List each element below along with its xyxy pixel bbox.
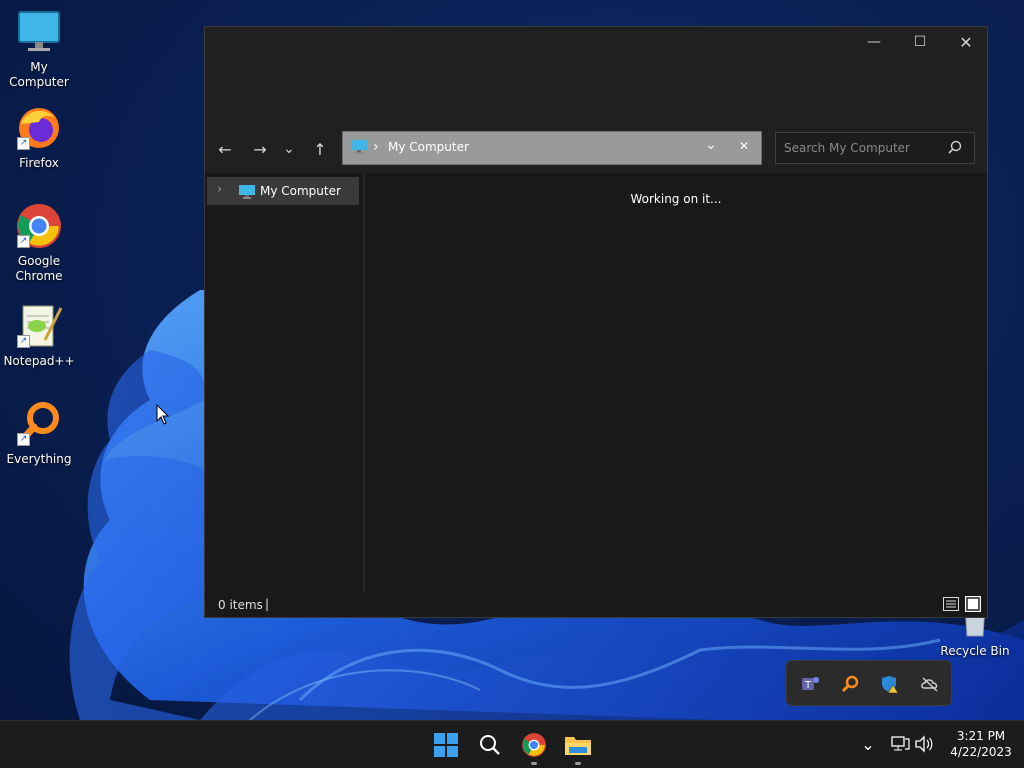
address-bar[interactable]: › My Computer ⌄ ✕ [342,131,762,165]
teams-icon[interactable]: T [799,673,821,695]
desktop-icon-label: Firefox [19,156,59,170]
up-button[interactable]: ↑ [306,137,334,161]
breadcrumb-separator: › [373,139,379,155]
volume-icon[interactable] [914,735,934,756]
navigation-bar: ← → ⌄ ↑ › My Computer ⌄ ✕ Search My Comp… [205,127,987,173]
item-count: 0 items [218,598,263,612]
address-clear-button[interactable]: ✕ [739,139,749,153]
desktop-icon-my-computer[interactable]: My Computer [0,8,78,90]
close-button[interactable]: ✕ [943,27,989,57]
onedrive-offline-icon[interactable] [919,673,941,695]
recent-locations-button[interactable]: ⌄ [277,137,301,161]
large-icons-view-icon[interactable] [965,596,981,615]
mouse-cursor-icon [156,403,170,429]
shortcut-arrow-icon: ↗ [17,235,30,248]
search-placeholder: Search My Computer [784,141,910,155]
firefox-icon: ↗ [15,104,63,152]
desktop-icon-label: Everything [6,452,72,466]
tray-overflow-chevron[interactable]: ⌄ [856,729,880,759]
expand-chevron-icon[interactable]: › [217,182,222,197]
file-list-area[interactable]: Working on it... [365,173,987,593]
windows-logo-icon [434,733,458,757]
maximize-button[interactable]: ☐ [897,27,943,57]
status-separator: | [265,597,270,611]
address-dropdown-button[interactable]: ⌄ [705,137,717,153]
shortcut-arrow-icon: ↗ [17,137,30,150]
everything-search-icon[interactable] [839,673,861,695]
desktop-icon-firefox[interactable]: ↗ Firefox [0,104,78,171]
monitor-icon [351,140,367,157]
navpane-item-my-computer[interactable]: › My Computer [207,177,359,205]
search-icon[interactable] [948,140,962,157]
details-view-icon[interactable] [943,597,959,614]
desktop-icon-label: Notepad++ [3,354,75,368]
monitor-icon [239,185,255,202]
chrome-icon [522,733,546,757]
search-icon [480,735,500,755]
taskbar-clock[interactable]: 3:21 PM 4/22/2023 [946,728,1016,760]
taskbar-file-explorer-button[interactable] [562,729,594,765]
desktop-icon-everything[interactable]: ↗ Everything [0,400,78,467]
forward-button[interactable]: → [246,137,274,161]
notepad-plus-plus-icon: ↗ [15,302,63,350]
minimize-button[interactable]: — [851,27,897,57]
loading-status-text: Working on it... [630,192,722,206]
navpane-item-label: My Computer [260,184,341,198]
desktop-icon-google-chrome[interactable]: ↗ Google Chrome [0,202,78,284]
running-indicator [531,762,537,765]
network-icon[interactable] [890,735,910,756]
start-button[interactable] [430,729,462,761]
clock-date: 4/22/2023 [950,745,1012,759]
folder-icon [565,737,591,755]
running-indicator [575,762,581,765]
status-bar: 0 items | [205,593,987,617]
shortcut-arrow-icon: ↗ [17,433,30,446]
clock-time: 3:21 PM [956,729,1006,743]
desktop-icon-label: My Computer [9,60,69,89]
desktop-icon-notepad-plus-plus[interactable]: ↗ Notepad++ [0,302,78,369]
taskbar-search-button[interactable] [474,729,506,761]
monitor-icon [15,8,63,56]
taskbar: ⌄ 3:21 PM 4/22/2023 [0,720,1024,768]
search-input[interactable]: Search My Computer [775,132,975,164]
desktop-icon-label: Recycle Bin [940,644,1010,658]
shortcut-arrow-icon: ↗ [17,335,30,348]
tray-overflow-popup: T [786,660,952,706]
svg-text:T: T [804,680,812,691]
security-warning-icon[interactable] [879,673,901,695]
breadcrumb-location[interactable]: My Computer [388,140,469,154]
taskbar-chrome-button[interactable] [518,729,550,765]
navigation-pane: › My Computer [205,173,365,593]
everything-search-icon: ↗ [15,400,63,448]
chrome-icon: ↗ [15,202,63,250]
desktop-icon-label: Google Chrome [15,254,63,283]
file-explorer-window[interactable]: — ☐ ✕ ← → ⌄ ↑ › My Computer ⌄ ✕ Search M… [204,26,988,618]
window-titlebar[interactable]: — ☐ ✕ [205,27,987,127]
back-button[interactable]: ← [211,137,239,161]
